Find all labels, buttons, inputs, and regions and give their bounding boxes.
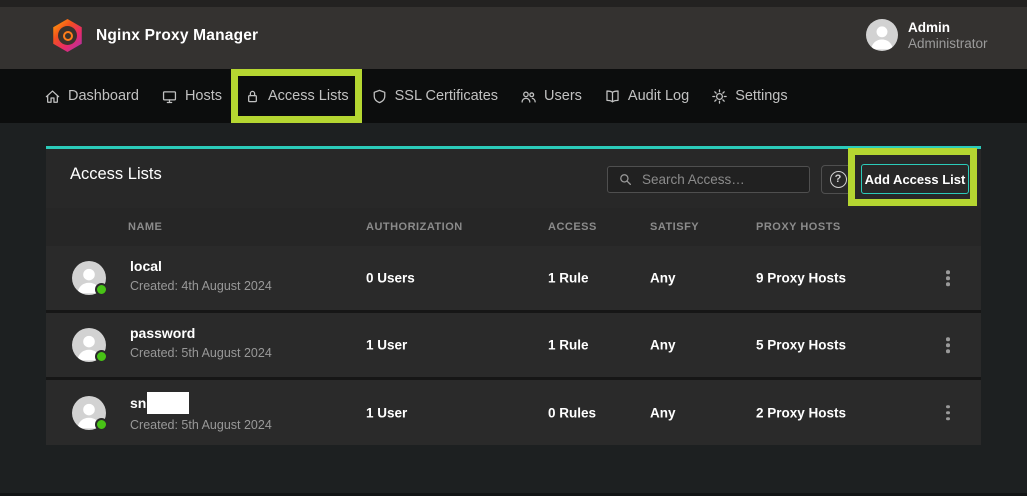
home-icon <box>44 88 61 105</box>
app-title: Nginx Proxy Manager <box>96 27 258 45</box>
monitor-icon <box>161 88 178 105</box>
satisfy-value: Any <box>650 338 676 353</box>
table-row-sn-redacted[interactable]: sn Created: 5th August 2024 1 User 0 Rul… <box>46 380 981 445</box>
nav-item-settings[interactable]: Settings <box>711 88 787 105</box>
nav-item-hosts[interactable]: Hosts <box>161 88 222 105</box>
add-access-list-wrap: Add Access List <box>861 164 969 194</box>
name-cell: local Created: 4th August 2024 <box>130 258 272 293</box>
search-icon <box>618 172 633 187</box>
nav-label: Users <box>544 88 582 104</box>
add-access-list-button[interactable]: Add Access List <box>861 164 969 194</box>
proxy-hosts-value: 9 Proxy Hosts <box>756 271 846 286</box>
nav-item-audit-log[interactable]: Audit Log <box>604 88 689 105</box>
column-header-access: ACCESS <box>548 221 597 233</box>
nav-item-access-lists[interactable]: Access Lists <box>244 88 349 105</box>
created-date: Created: 5th August 2024 <box>130 346 272 360</box>
panel-title: Access Lists <box>70 165 162 184</box>
column-header-proxy-hosts: PROXY HOSTS <box>756 221 841 233</box>
avatar <box>72 261 106 295</box>
column-header-authorization: AUTHORIZATION <box>366 221 463 233</box>
nav-label: Settings <box>735 88 787 104</box>
shield-icon <box>371 88 388 105</box>
table-row-local[interactable]: local Created: 4th August 2024 0 Users 1… <box>46 246 981 310</box>
nav-item-ssl-certificates[interactable]: SSL Certificates <box>371 88 498 105</box>
user-avatar <box>866 19 898 51</box>
redaction-box <box>147 392 189 414</box>
users-icon <box>520 88 537 105</box>
satisfy-value: Any <box>650 405 676 420</box>
authorization-value: 1 User <box>366 405 407 420</box>
access-list-name: password <box>130 325 272 342</box>
nav-item-users[interactable]: Users <box>520 88 582 105</box>
help-icon: ? <box>830 171 847 188</box>
proxy-hosts-value: 2 Proxy Hosts <box>756 405 846 420</box>
row-actions-kebab-icon[interactable] <box>940 331 956 359</box>
brand-link[interactable]: Nginx Proxy Manager <box>52 19 258 52</box>
access-value: 1 Rule <box>548 338 589 353</box>
user-name: Admin <box>908 20 988 35</box>
status-online-dot <box>95 283 108 296</box>
column-header-name: NAME <box>128 221 162 233</box>
table-header-row: NAME AUTHORIZATION ACCESS SATISFY PROXY … <box>46 208 981 246</box>
app-header: Nginx Proxy Manager Admin Administrator <box>0 7 1027 69</box>
status-online-dot <box>95 350 108 363</box>
search-input[interactable] <box>642 172 799 187</box>
window-top-edge <box>0 0 1027 7</box>
satisfy-value: Any <box>650 271 676 286</box>
table-row-password[interactable]: password Created: 5th August 2024 1 User… <box>46 313 981 377</box>
row-actions-kebab-icon[interactable] <box>940 399 956 427</box>
avatar <box>72 328 106 362</box>
nav-label: Dashboard <box>68 88 139 104</box>
book-icon <box>604 88 621 105</box>
nav-label: SSL Certificates <box>395 88 498 104</box>
gear-icon <box>711 88 728 105</box>
nav-item-dashboard[interactable]: Dashboard <box>44 88 139 105</box>
proxy-hosts-value: 5 Proxy Hosts <box>756 338 846 353</box>
access-lists-panel: Access Lists ? Add Access List NAME AUTH… <box>46 146 981 445</box>
search-box <box>607 166 810 193</box>
nav-label: Audit Log <box>628 88 689 104</box>
table-body: local Created: 4th August 2024 0 Users 1… <box>46 246 981 445</box>
nav-label: Access Lists <box>268 88 349 104</box>
created-date: Created: 5th August 2024 <box>130 418 272 432</box>
column-header-satisfy: SATISFY <box>650 221 699 233</box>
name-cell: password Created: 5th August 2024 <box>130 325 272 360</box>
authorization-value: 0 Users <box>366 271 415 286</box>
app-logo-icon <box>52 19 83 52</box>
name-cell: sn Created: 5th August 2024 <box>130 392 272 432</box>
access-list-name: local <box>130 258 272 275</box>
lock-icon <box>244 88 261 105</box>
authorization-value: 1 User <box>366 338 407 353</box>
nav-label: Hosts <box>185 88 222 104</box>
access-value: 0 Rules <box>548 405 596 420</box>
access-list-name: sn <box>130 395 146 411</box>
main-nav: Dashboard Hosts Access Lists SSL Certifi… <box>0 69 1027 123</box>
user-menu[interactable]: Admin Administrator <box>866 19 988 51</box>
status-online-dot <box>95 418 108 431</box>
user-role: Administrator <box>908 36 988 51</box>
avatar <box>72 396 106 430</box>
nginx-proxy-manager-app: { "app": { "title": "Nginx Proxy Manager… <box>0 0 1027 496</box>
created-date: Created: 4th August 2024 <box>130 279 272 293</box>
access-value: 1 Rule <box>548 271 589 286</box>
row-actions-kebab-icon[interactable] <box>940 264 956 292</box>
help-button[interactable]: ? <box>821 165 855 194</box>
